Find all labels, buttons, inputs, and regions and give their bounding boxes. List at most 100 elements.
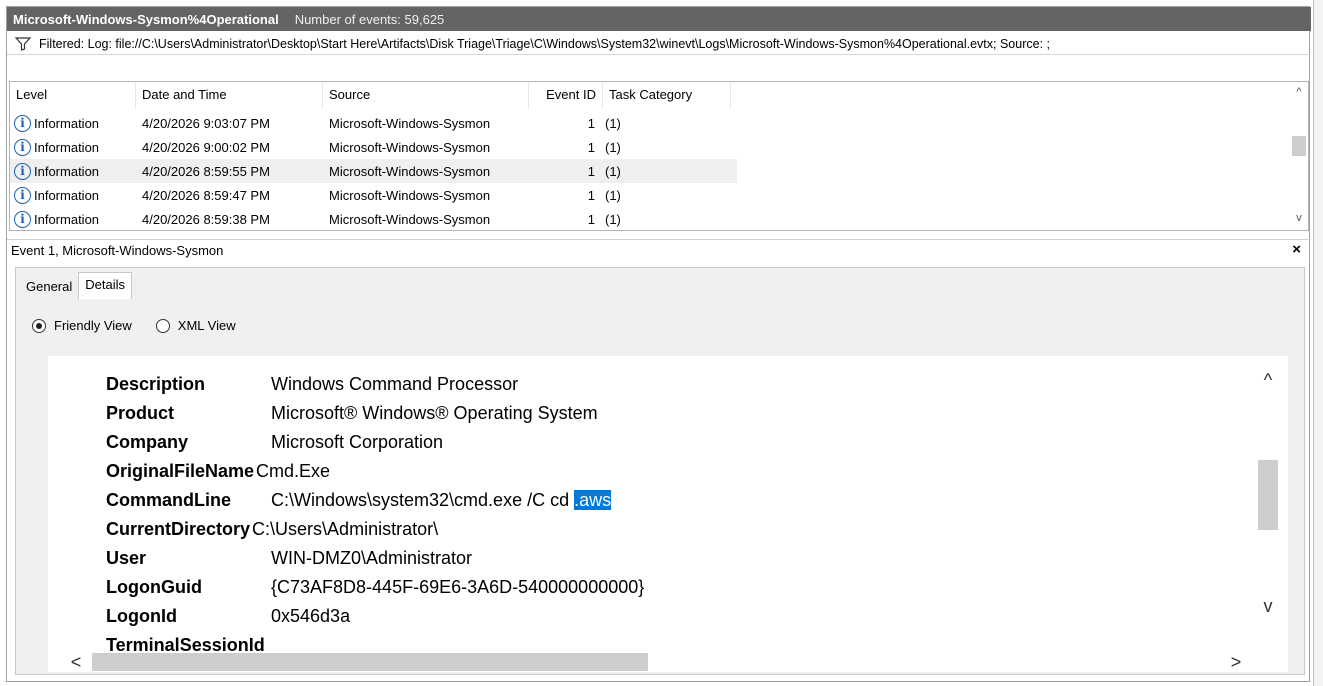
event-detail-header: Event 1, Microsoft-Windows-Sysmon [7, 239, 1311, 261]
row-event-id: 1 [587, 115, 595, 131]
filter-text: Filtered: Log: file://C:\Users\Administr… [39, 36, 1050, 51]
scroll-left-arrow-icon[interactable]: < [66, 652, 86, 672]
property-value: WIN-DMZ0\Administrator [271, 548, 473, 568]
information-icon: i [14, 114, 31, 132]
filter-bar: Filtered: Log: file://C:\Users\Administr… [7, 33, 1311, 55]
scrollbar-thumb[interactable] [1258, 460, 1278, 530]
details-content: Description Windows Command Processor Pr… [48, 356, 1288, 652]
column-header-task-category[interactable]: Task Category [603, 82, 731, 108]
row-task-category: (1) [605, 163, 621, 179]
property-row: CommandLine C:\Windows\system32\cmd.exe … [106, 486, 612, 515]
scroll-down-arrow-icon[interactable]: v [1293, 212, 1305, 224]
event-detail-title: Event 1, Microsoft-Windows-Sysmon [11, 243, 224, 258]
property-row: Description Windows Command Processor [106, 370, 518, 399]
row-task-category: (1) [605, 187, 621, 203]
row-date: 4/20/2026 8:59:55 PM [142, 163, 270, 179]
event-row[interactable]: i Information 4/20/2026 9:03:07 PM Micros… [10, 111, 737, 135]
scroll-right-arrow-icon[interactable]: > [1226, 652, 1246, 672]
event-row[interactable]: i Information 4/20/2026 9:00:02 PM Micros… [10, 135, 737, 159]
column-header-source[interactable]: Source [323, 82, 529, 108]
scroll-up-arrow-icon[interactable]: ^ [1293, 86, 1305, 98]
information-icon: i [14, 210, 31, 228]
row-task-category: (1) [605, 139, 621, 155]
row-level: Information [34, 139, 100, 155]
view-options: Friendly View XML View [32, 318, 260, 333]
friendly-view-option[interactable]: Friendly View [32, 318, 132, 333]
scrollbar-thumb[interactable] [92, 653, 648, 671]
column-header-event-id[interactable]: Event ID [529, 82, 603, 108]
command-line-text: C:\Windows\system32\cmd.exe /C cd [271, 490, 575, 510]
funnel-icon [15, 36, 31, 51]
row-event-id: 1 [587, 163, 595, 179]
property-name: LogonGuid [106, 577, 202, 597]
property-row: Product Microsoft® Windows® Operating Sy… [106, 399, 598, 428]
detail-tabs: General Details [20, 272, 132, 299]
row-level: Information [34, 211, 100, 227]
row-source: Microsoft-Windows-Sysmon [329, 211, 491, 227]
row-event-id: 1 [587, 139, 595, 155]
property-value: 0x546d3a [271, 606, 351, 626]
row-date: 4/20/2026 8:59:38 PM [142, 211, 270, 227]
details-vertical-scrollbar[interactable]: ^ v [1248, 356, 1288, 652]
property-value: Microsoft Corporation [271, 432, 444, 452]
xml-view-radio[interactable] [155, 318, 170, 333]
property-row: LogonGuid {C73AF8D8-445F-69E6-3A6D-54000… [106, 573, 644, 602]
information-icon: i [14, 186, 31, 204]
partial-property-row: TerminalSessionId [106, 635, 265, 652]
row-level: Information [34, 115, 100, 131]
property-value: C:\Users\Administrator\ [252, 519, 439, 539]
row-task-category: (1) [605, 115, 621, 131]
scroll-down-arrow-icon[interactable]: v [1258, 596, 1278, 616]
event-list-header: Level Date and Time Source Event ID Task… [10, 82, 1292, 108]
row-date: 4/20/2026 9:00:02 PM [142, 139, 270, 155]
property-name: OriginalFileName [106, 461, 255, 481]
row-source: Microsoft-Windows-Sysmon [329, 163, 491, 179]
row-level: Information [34, 187, 100, 203]
window-edge [1313, 0, 1323, 686]
property-name: User [106, 548, 147, 568]
event-row[interactable]: i Information 4/20/2026 8:59:47 PM Micros… [10, 183, 737, 207]
property-value[interactable]: C:\Windows\system32\cmd.exe /C cd .aws [271, 490, 612, 511]
row-source: Microsoft-Windows-Sysmon [329, 139, 491, 155]
property-row: OriginalFileName Cmd.Exe [106, 457, 330, 486]
row-date: 4/20/2026 8:59:47 PM [142, 187, 270, 203]
event-list-scrollbar[interactable]: ^ v [1290, 82, 1308, 230]
friendly-view-label: Friendly View [54, 318, 132, 333]
property-value: {C73AF8D8-445F-69E6-3A6D-540000000000} [271, 577, 645, 597]
xml-view-label: XML View [177, 318, 236, 333]
highlighted-selection[interactable]: .aws [574, 490, 612, 510]
details-horizontal-scrollbar[interactable]: < > [48, 652, 1288, 672]
property-name: CommandLine [106, 490, 232, 510]
event-count: Number of events: 59,625 [294, 11, 445, 27]
property-name: CurrentDirectory [106, 519, 251, 539]
scroll-up-arrow-icon[interactable]: ^ [1258, 370, 1278, 390]
row-level: Information [34, 163, 100, 179]
column-header-date[interactable]: Date and Time [136, 82, 323, 108]
information-icon: i [14, 162, 31, 180]
property-name: LogonId [106, 606, 177, 626]
event-row-selected[interactable]: i Information 4/20/2026 8:59:55 PM Micros… [10, 159, 737, 183]
property-name: Company [106, 432, 189, 452]
tab-general[interactable]: General [20, 275, 78, 299]
event-rows: i Information 4/20/2026 9:03:07 PM Micros… [10, 111, 1292, 231]
column-header-level[interactable]: Level [10, 82, 136, 108]
property-row: Company Microsoft Corporation [106, 428, 443, 457]
xml-view-option[interactable]: XML View [155, 318, 236, 333]
row-source: Microsoft-Windows-Sysmon [329, 187, 491, 203]
event-list[interactable]: Level Date and Time Source Event ID Task… [9, 81, 1309, 231]
close-icon[interactable]: × [1292, 239, 1301, 261]
scrollbar-thumb[interactable] [1292, 136, 1306, 156]
row-task-category: (1) [605, 211, 621, 227]
property-value: Cmd.Exe [256, 461, 331, 481]
property-name: Product [106, 403, 175, 423]
property-value: Microsoft® Windows® Operating System [271, 403, 598, 423]
friendly-view-radio[interactable] [32, 318, 46, 333]
row-event-id: 1 [587, 211, 595, 227]
event-row[interactable]: i Information 4/20/2026 8:59:38 PM Micros… [10, 207, 737, 231]
property-value: Windows Command Processor [271, 374, 519, 394]
row-event-id: 1 [587, 187, 595, 203]
tab-details[interactable]: Details [78, 272, 132, 299]
property-name: Description [106, 374, 206, 394]
property-row: User WIN-DMZ0\Administrator [106, 544, 472, 573]
row-date: 4/20/2026 9:03:07 PM [142, 115, 270, 131]
